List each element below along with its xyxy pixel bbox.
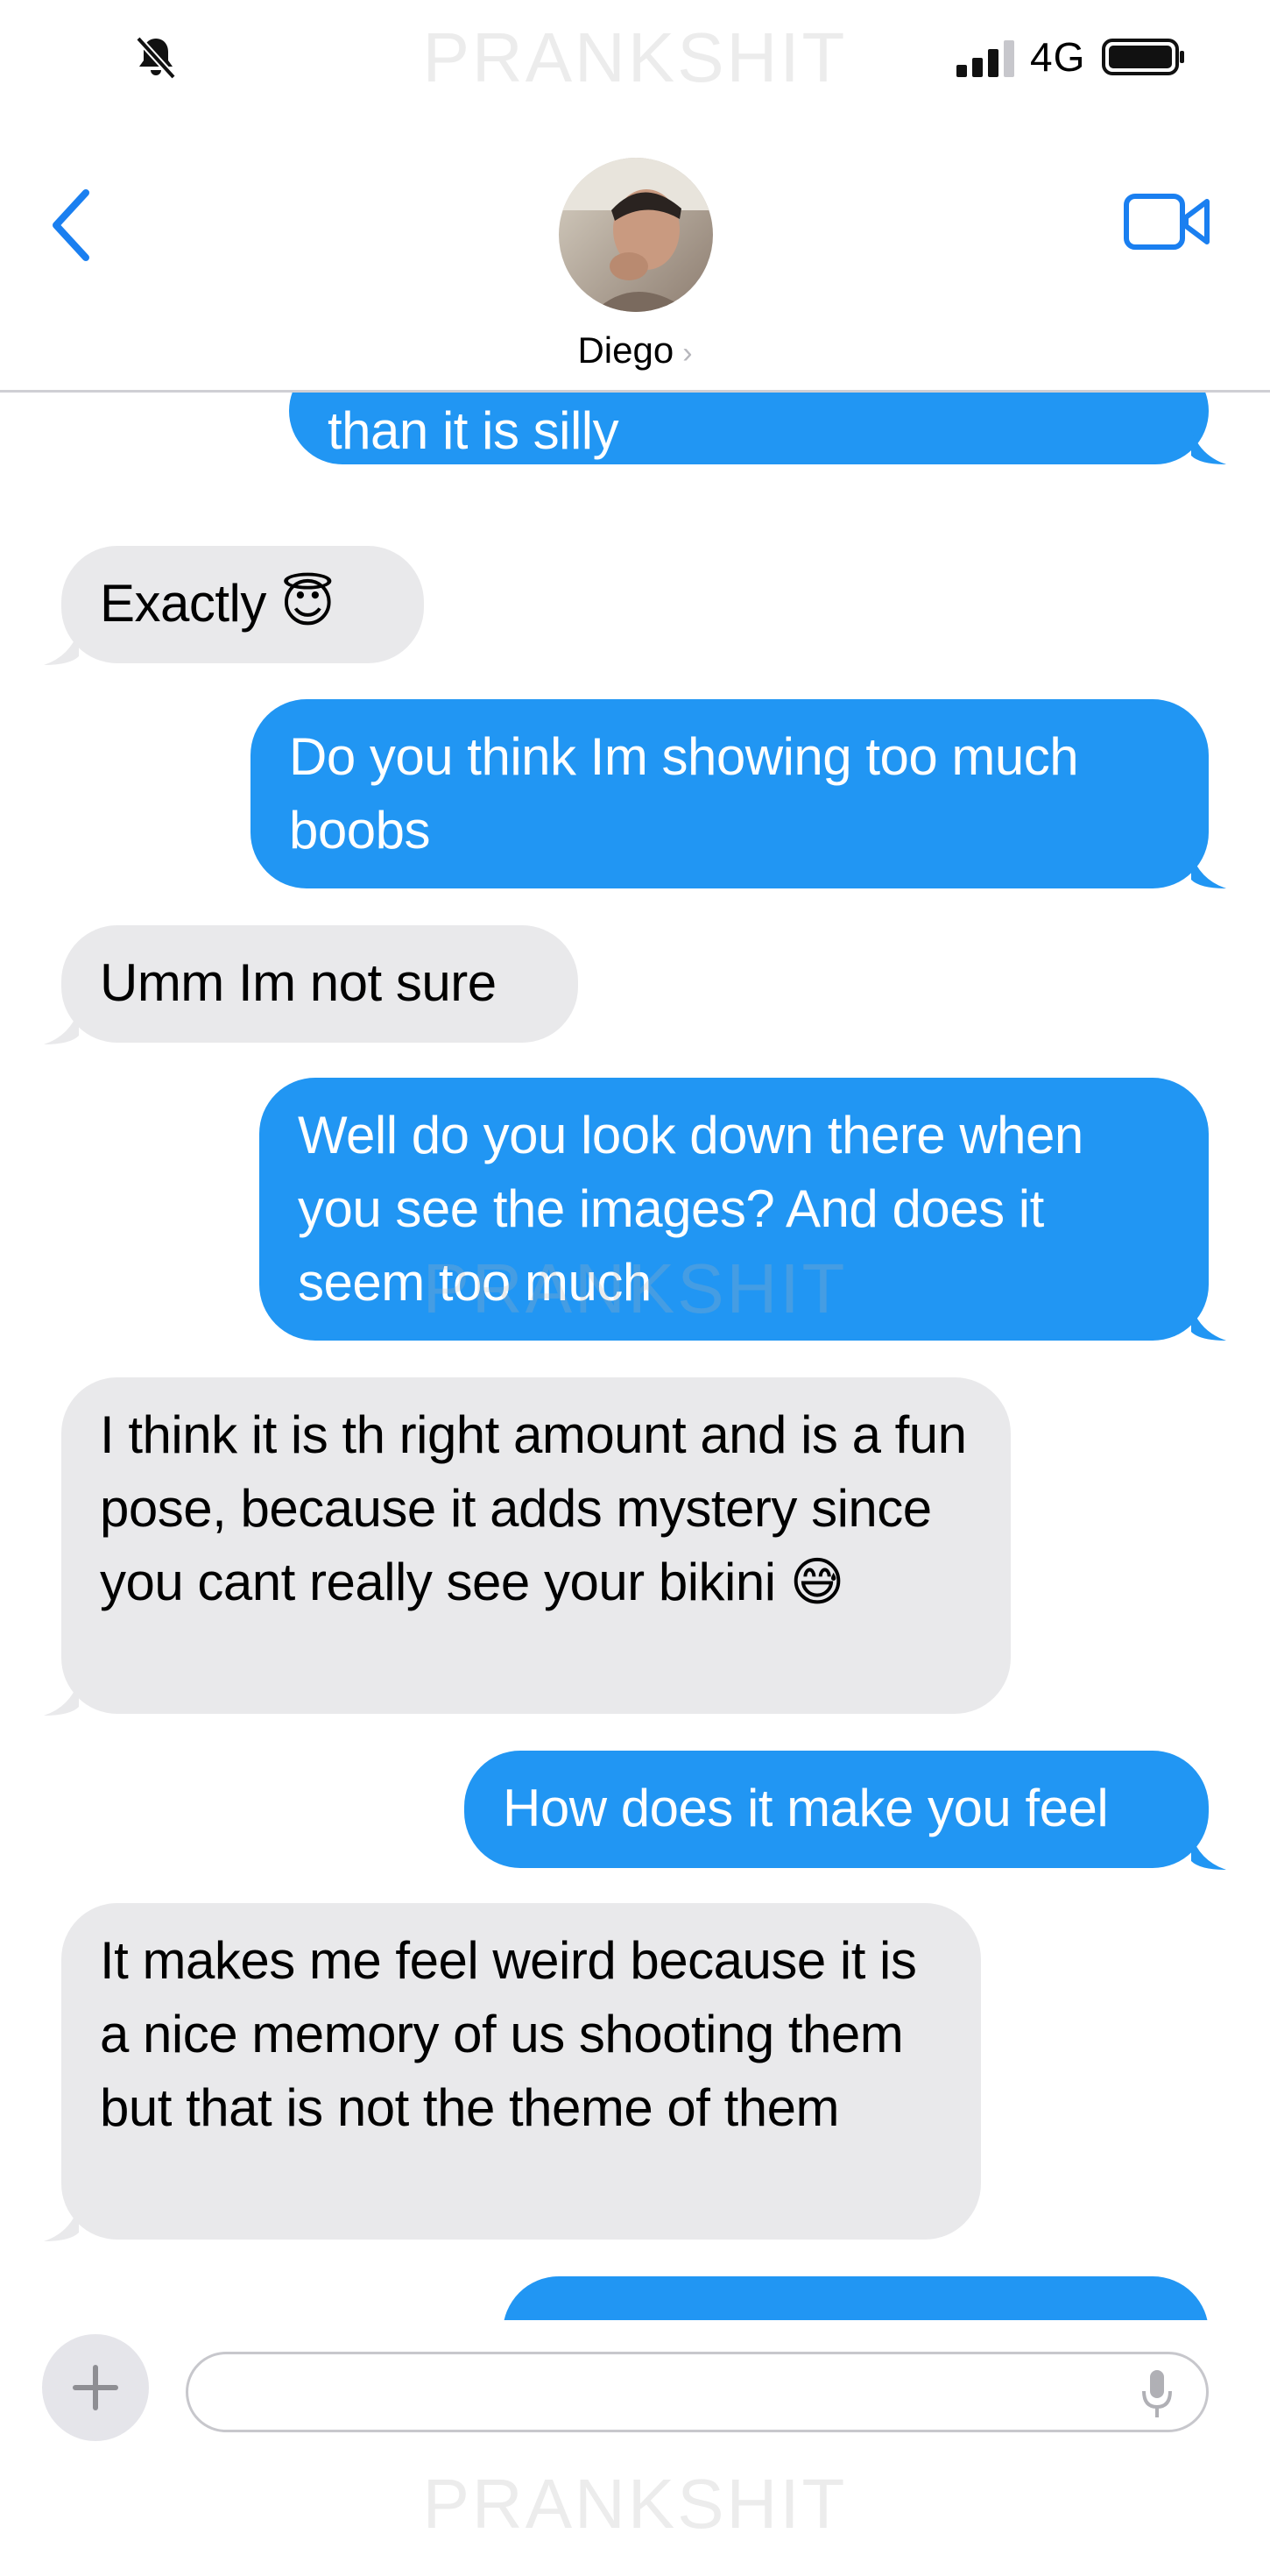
message-thread[interactable]: than it is silly Exactly 😇 Do you think … [0, 393, 1270, 2320]
contact-avatar[interactable] [559, 158, 713, 312]
message-text: Do you think Im showing too much boobs [289, 727, 1079, 860]
plus-icon [73, 2365, 118, 2410]
conversation-header: Diego › [0, 114, 1270, 393]
compose-bar [0, 2320, 1270, 2460]
message-bubble-incoming[interactable]: Umm Im not sure [61, 925, 578, 1043]
message-bubble-outgoing[interactable]: How does it make you feel [464, 1751, 1209, 1868]
bubble-tail [44, 630, 79, 665]
contact-name-button[interactable]: Diego › [0, 329, 1270, 372]
back-chevron-icon[interactable] [46, 186, 98, 265]
message-input[interactable] [186, 2352, 1209, 2432]
message-text: It makes me feel weird because it is a n… [100, 1931, 917, 2137]
message-text: Well do you look down there when you see… [298, 1106, 1083, 1312]
bubble-tail [1191, 1835, 1226, 1870]
message-text: How does it make you feel [503, 1779, 1109, 1837]
status-bar: 4G [0, 0, 1270, 114]
microphone-icon[interactable] [1139, 2368, 1175, 2421]
bubble-tail [44, 2206, 79, 2241]
bubble-tail [44, 1681, 79, 1716]
message-text: Umm Im not sure [100, 953, 497, 1012]
video-call-icon[interactable] [1123, 191, 1212, 252]
apps-plus-button[interactable] [42, 2334, 149, 2441]
message-bubble-incoming[interactable]: Exactly 😇 [61, 546, 424, 663]
message-bubble-outgoing[interactable]: than it is silly [289, 393, 1209, 464]
message-bubble-incoming[interactable]: It makes me feel weird because it is a n… [61, 1903, 981, 2240]
battery-icon [1102, 39, 1184, 75]
message-bubble-outgoing[interactable] [503, 2276, 1209, 2320]
message-text: I think it is th right amount and is a f… [100, 1405, 967, 1611]
bell-slash-icon [136, 36, 176, 80]
watermark: PRANKSHIT [422, 2465, 848, 2543]
bubble-tail [1191, 429, 1226, 464]
message-bubble-incoming[interactable]: I think it is th right amount and is a f… [61, 1377, 1011, 1714]
bubble-tail [1191, 1306, 1226, 1341]
contact-name: Diego [577, 329, 674, 371]
message-bubble-outgoing[interactable]: Do you think Im showing too much boobs [250, 699, 1209, 888]
chevron-right-icon: › [682, 336, 693, 370]
network-type: 4G [1030, 34, 1086, 80]
message-text: Exactly 😇 [100, 574, 335, 633]
signal-icon [956, 40, 1014, 77]
bubble-tail [44, 1009, 79, 1044]
bubble-tail [1191, 853, 1226, 888]
message-text: than it is silly [328, 401, 619, 460]
message-bubble-outgoing[interactable]: Well do you look down there when you see… [259, 1078, 1209, 1341]
